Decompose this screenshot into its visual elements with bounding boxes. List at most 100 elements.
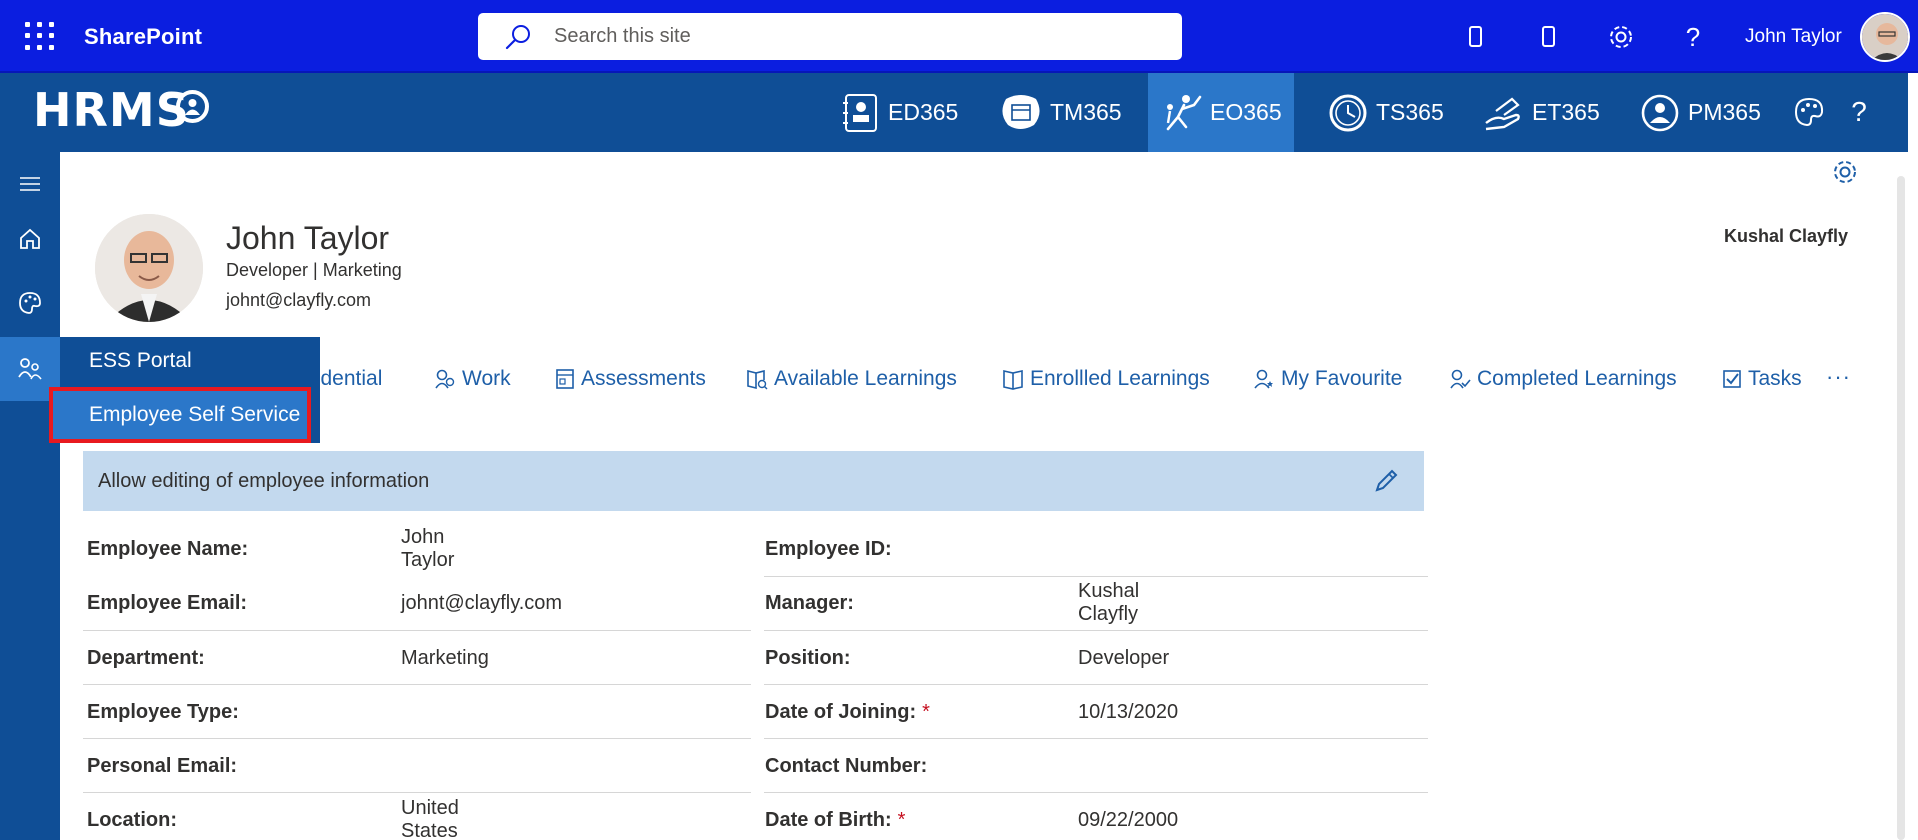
profile-role-department: Developer | Marketing — [226, 260, 402, 280]
performance-person-icon — [1641, 94, 1679, 131]
tab-available-learnings[interactable]: Available Learnings — [746, 364, 957, 394]
tab-confidential[interactable]: fidential — [310, 364, 382, 394]
row-divider — [764, 684, 1428, 685]
field-label: Employee ID: — [765, 537, 892, 560]
tab-ts365-label: TS365 — [1376, 99, 1444, 125]
tasks-icon — [1723, 370, 1741, 388]
sharepoint-brand[interactable]: SharePoint — [84, 24, 202, 50]
vertical-scrollbar[interactable] — [1897, 176, 1905, 840]
row-divider — [83, 630, 751, 631]
field-date-of-birth: Date of Birth: * 09/22/2000 — [765, 793, 1178, 840]
calendar-bubble-icon — [1002, 94, 1040, 129]
profile-name: John Taylor — [226, 220, 390, 256]
tab-completed-learnings[interactable]: Completed Learnings — [1449, 364, 1677, 394]
tab-tasks[interactable]: Tasks — [1722, 364, 1802, 394]
field-contact-number: Contact Number: — [765, 739, 927, 793]
field-employee-id: Employee ID: — [765, 522, 892, 576]
home-icon[interactable] — [0, 207, 60, 271]
row-divider — [764, 630, 1428, 631]
palette-icon[interactable] — [1790, 93, 1828, 131]
user-avatar[interactable] — [1860, 12, 1910, 62]
page-settings-gear-icon[interactable] — [1831, 158, 1859, 191]
hrms-help-icon[interactable]: ? — [1840, 93, 1878, 131]
required-marker: * — [922, 700, 930, 723]
mobile-device-icon[interactable] — [1459, 20, 1493, 54]
ess-portal-header[interactable]: ESS Portal — [60, 337, 320, 387]
field-label: Employee Type: — [87, 700, 239, 723]
profile-avatar — [95, 214, 203, 322]
palette-rail-icon[interactable] — [0, 271, 60, 335]
assessments-icon — [556, 369, 574, 389]
tab-tm365-label: TM365 — [1050, 99, 1122, 125]
tab-eo365-label: EO365 — [1210, 99, 1282, 125]
field-label: Personal Email: — [87, 754, 238, 777]
field-manager: Manager: Kushal Clayfly — [765, 576, 1139, 630]
tab-enrolled-learnings-label: Enrollled Learnings — [1030, 367, 1210, 390]
user-name[interactable]: John Taylor — [1745, 26, 1842, 48]
tab-pm365[interactable]: PM365 — [1628, 73, 1773, 152]
row-divider — [764, 576, 1428, 577]
required-marker: * — [897, 808, 906, 831]
search-icon — [505, 24, 530, 49]
tab-ed365[interactable]: ED365 — [830, 73, 970, 152]
field-value: United States — [401, 797, 459, 840]
edit-pencil-icon[interactable] — [1372, 467, 1400, 495]
field-label: Date of Joining: — [765, 700, 917, 723]
field-value: 09/22/2000 — [1078, 808, 1179, 831]
field-value: Kushal Clayfly — [1078, 580, 1140, 625]
left-rail — [0, 152, 60, 840]
profile-email: johnt@clayfly.com — [226, 290, 371, 310]
field-label: Employee Email: — [87, 591, 248, 614]
settings-gear-icon[interactable] — [1604, 20, 1638, 54]
field-value: Developer — [1078, 646, 1170, 669]
tab-et365-label: ET365 — [1532, 99, 1600, 125]
hrms-logo-mark-icon — [176, 90, 209, 123]
app-launcher-icon[interactable] — [14, 14, 58, 58]
row-divider — [83, 684, 751, 685]
field-label: Date of Birth: — [765, 808, 892, 831]
edit-banner-text: Allow editing of employee information — [98, 469, 430, 492]
tab-pm365-label: PM365 — [1688, 99, 1761, 125]
tab-assessments-label: Assessments — [581, 367, 706, 390]
more-tabs-button[interactable]: ··· — [1826, 364, 1851, 390]
field-employee-type: Employee Type: — [87, 685, 239, 739]
row-divider — [764, 738, 1428, 739]
field-date-of-joining: Date of Joining: * 10/13/2020 — [765, 685, 1178, 739]
expense-hand-icon — [1485, 97, 1520, 130]
tab-my-favourite-label: My Favourite — [1281, 367, 1403, 390]
hrms-logo[interactable]: HRMS — [33, 83, 190, 137]
search-input[interactable] — [554, 25, 1114, 48]
tab-enrolled-learnings[interactable]: Enrollled Learnings — [1002, 364, 1210, 394]
row-divider — [83, 792, 751, 793]
tab-tm365[interactable]: TM365 — [988, 73, 1134, 152]
edit-banner: Allow editing of employee information — [83, 451, 1424, 511]
tab-eo365[interactable]: EO365 — [1148, 73, 1294, 152]
enrolled-learnings-icon — [1003, 370, 1023, 390]
field-label: Contact Number: — [765, 754, 928, 777]
tab-tasks-label: Tasks — [1748, 367, 1802, 390]
field-label: Location: — [87, 808, 177, 831]
field-position: Position: Developer — [765, 631, 1169, 685]
field-location: Location: United States — [87, 793, 459, 840]
available-learnings-icon — [747, 369, 768, 390]
tab-assessments[interactable]: Assessments — [555, 364, 706, 394]
field-label: Position: — [765, 646, 851, 669]
tab-completed-learnings-label: Completed Learnings — [1477, 367, 1677, 390]
field-value: Marketing — [401, 646, 489, 669]
field-label: Employee Name: — [87, 537, 249, 560]
employee-self-service-link[interactable]: Employee Self Service — [49, 387, 311, 443]
row-divider — [764, 792, 1428, 793]
tab-et365[interactable]: ET365 — [1470, 73, 1612, 152]
tablet-device-icon[interactable] — [1532, 20, 1566, 54]
tab-work-label: Work — [462, 367, 511, 390]
help-icon[interactable]: ? — [1676, 20, 1710, 54]
search-box[interactable] — [478, 13, 1182, 60]
field-personal-email: Personal Email: — [87, 739, 237, 793]
row-divider — [83, 738, 751, 739]
work-icon — [435, 369, 455, 389]
field-label: Manager: — [765, 591, 854, 614]
tab-work[interactable]: Work — [434, 364, 511, 394]
tab-my-favourite[interactable]: My Favourite — [1253, 364, 1402, 394]
hrms-header: HRMS ED365 TM365 EO365 TS365 ET365 PM365… — [0, 73, 1908, 152]
tab-ts365[interactable]: TS365 — [1316, 73, 1456, 152]
